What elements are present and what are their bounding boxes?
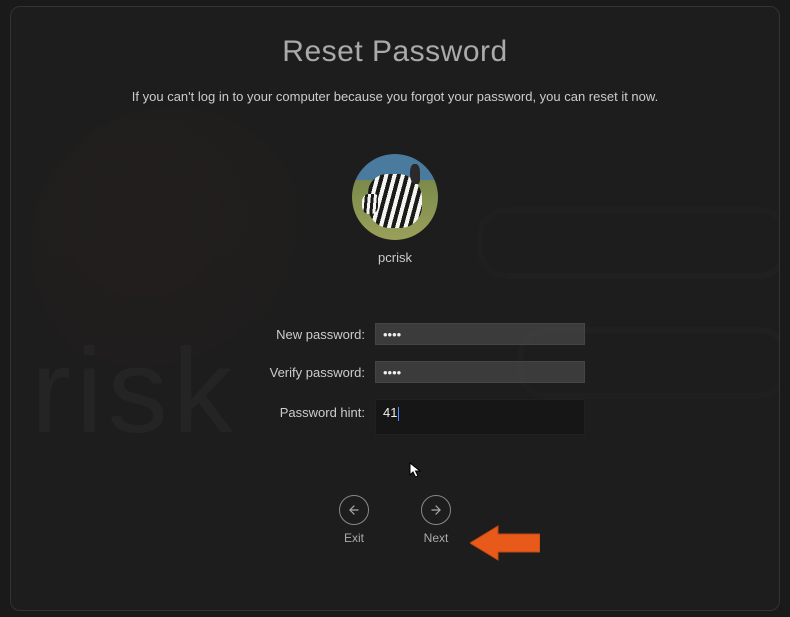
next-button[interactable]: Next (421, 495, 451, 545)
username-label: pcrisk (11, 250, 779, 265)
verify-password-field[interactable] (375, 361, 585, 383)
next-label: Next (424, 531, 449, 545)
arrow-right-icon (421, 495, 451, 525)
page-title: Reset Password (11, 35, 779, 69)
exit-label: Exit (344, 531, 364, 545)
arrow-left-icon (339, 495, 369, 525)
verify-password-label: Verify password: (205, 365, 365, 380)
nav-buttons: Exit Next (11, 495, 779, 545)
password-form: New password: Verify password: Password … (11, 323, 779, 435)
page-subtitle: If you can't log in to your computer bec… (11, 89, 779, 104)
zebra-avatar-image (368, 174, 422, 228)
exit-button[interactable]: Exit (339, 495, 369, 545)
new-password-field[interactable] (375, 323, 585, 345)
user-avatar (352, 154, 438, 240)
new-password-label: New password: (205, 327, 365, 342)
reset-password-window: risk Reset Password If you can't log in … (10, 6, 780, 611)
password-hint-field[interactable]: 41 (375, 399, 585, 435)
password-hint-label: Password hint: (205, 405, 365, 420)
